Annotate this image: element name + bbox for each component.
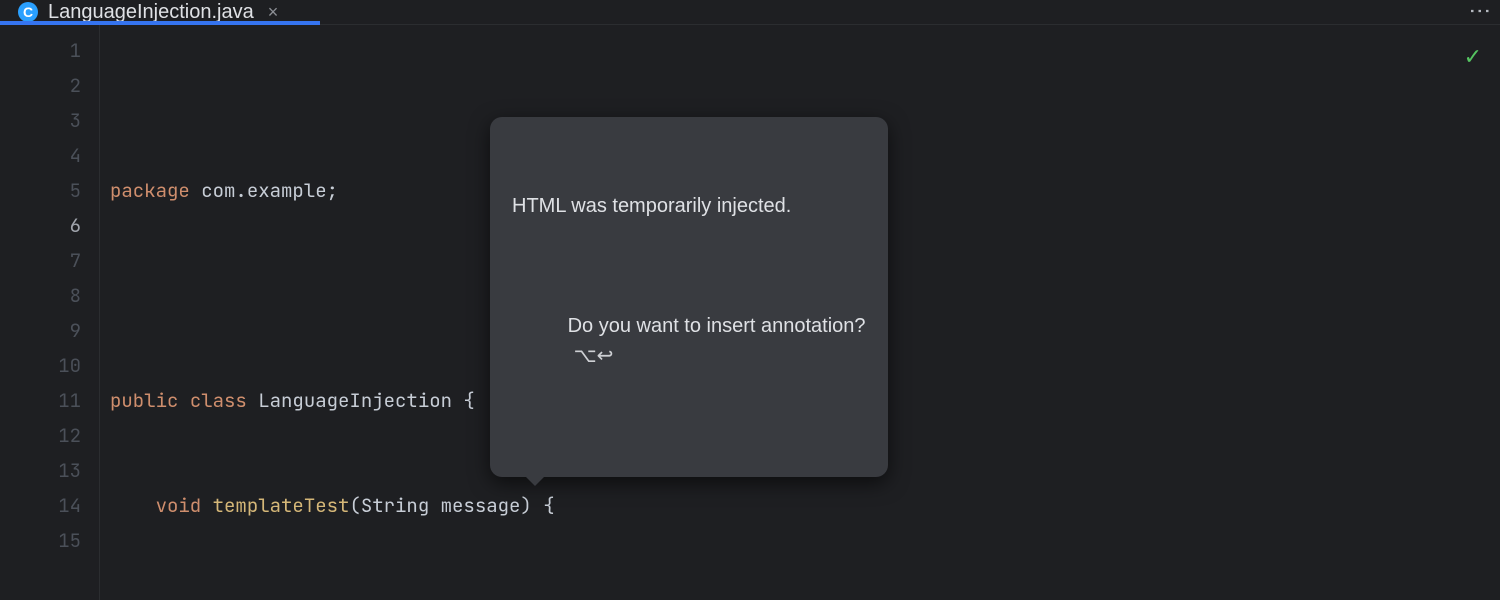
code-line: void templateTest(String message) { (108, 488, 1500, 523)
editor-window: C LanguageInjection.java × ⋮ 1 2 3 4 5 6… (0, 0, 1500, 600)
line-number[interactable]: 11 (0, 383, 81, 418)
shortcut-hint: ⌥↩ (574, 345, 614, 367)
line-number[interactable]: 6 (0, 208, 81, 243)
line-number[interactable]: 7 (0, 243, 81, 278)
file-tab[interactable]: C LanguageInjection.java × (0, 0, 300, 24)
line-number[interactable]: 14 (0, 488, 81, 523)
analysis-ok-icon[interactable]: ✓ (1464, 39, 1482, 74)
line-number[interactable]: 5 (0, 173, 81, 208)
code-editor[interactable]: 1 2 3 4 5 6 7 8 9 10 11 12 13 14 15 ✓ pa… (0, 25, 1500, 600)
popup-line1: HTML was temporarily injected. (512, 191, 866, 221)
line-number[interactable]: 3 (0, 103, 81, 138)
close-icon[interactable]: × (264, 2, 283, 23)
line-number[interactable]: 12 (0, 418, 81, 453)
line-number[interactable]: 2 (0, 68, 81, 103)
gutter: 1 2 3 4 5 6 7 8 9 10 11 12 13 14 15 (0, 25, 100, 600)
tabbar-spacer (300, 0, 1460, 24)
popup-question: Do you want to insert annotation? (568, 315, 866, 337)
line-number[interactable]: 8 (0, 278, 81, 313)
injection-hint-popup[interactable]: HTML was temporarily injected. Do you wa… (490, 117, 888, 477)
line-number[interactable]: 15 (0, 523, 81, 558)
line-number[interactable]: 10 (0, 348, 81, 383)
line-number[interactable]: 1 (0, 33, 81, 68)
tab-filename: LanguageInjection.java (48, 1, 254, 24)
line-number[interactable]: 13 (0, 453, 81, 488)
class-icon: C (18, 2, 38, 22)
line-number[interactable]: 4 (0, 138, 81, 173)
tab-bar: C LanguageInjection.java × ⋮ (0, 0, 1500, 25)
popup-line2: Do you want to insert annotation? ⌥↩ (512, 281, 866, 401)
line-number[interactable]: 9 (0, 313, 81, 348)
more-menu-icon[interactable]: ⋮ (1460, 0, 1500, 24)
code-area[interactable]: ✓ package com.example; public class Lang… (100, 25, 1500, 600)
code-line: String html = STR.""" (108, 593, 1500, 600)
